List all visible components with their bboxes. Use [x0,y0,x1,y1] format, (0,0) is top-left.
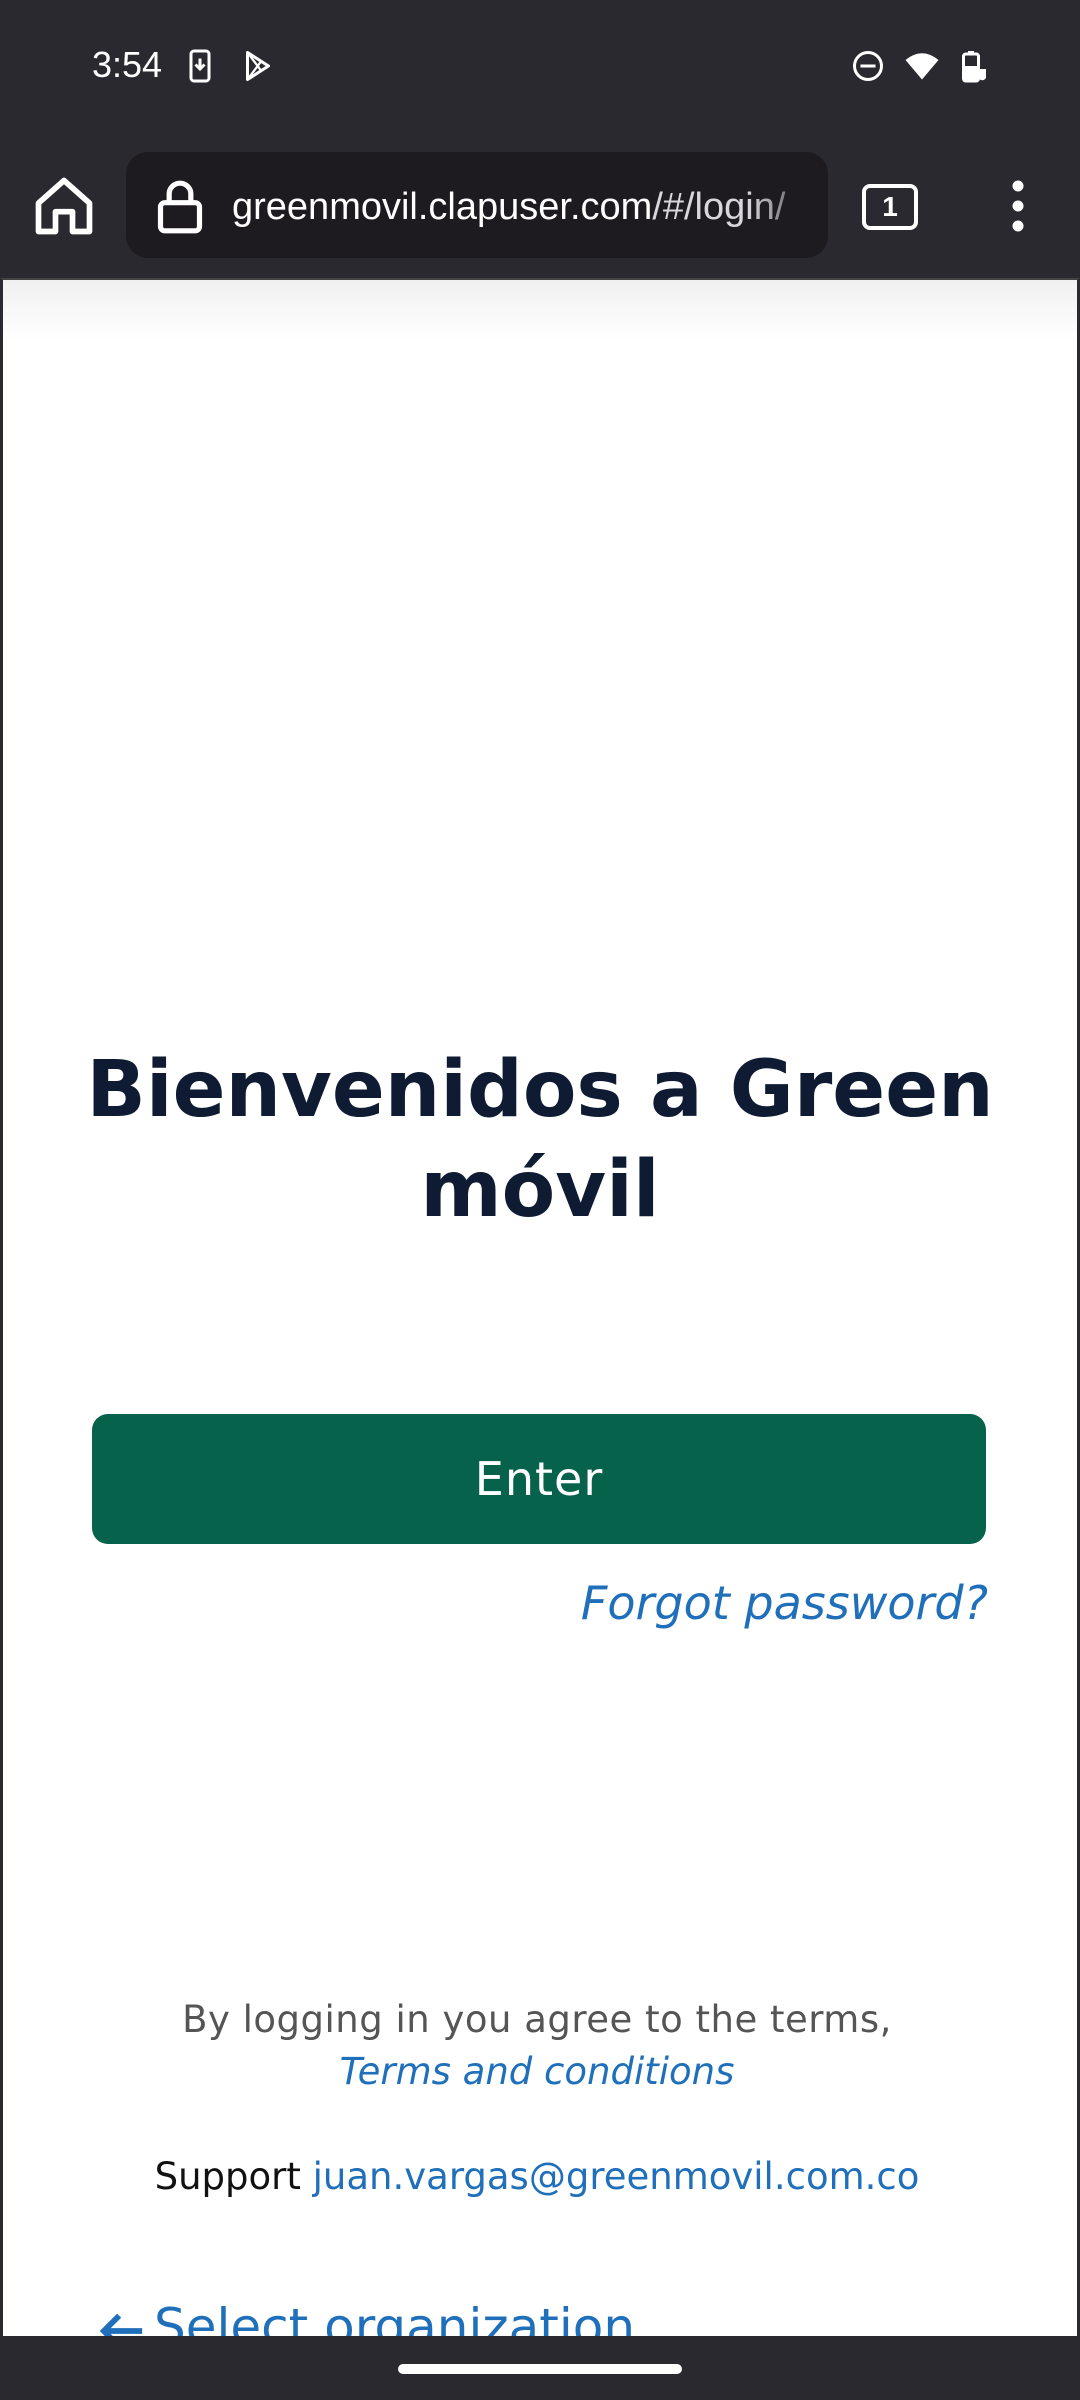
overflow-menu-icon[interactable] [1000,176,1036,236]
download-notification-icon [189,49,211,83]
browser-toolbar: greenmovil.clapuser.com/#/login/ 1 [0,136,1080,278]
support-email-link[interactable]: juan.vargas@greenmovil.com.co [313,2155,920,2198]
status-bar: 3:54 [0,0,1080,136]
do-not-disturb-icon [853,51,883,81]
gesture-handle[interactable] [398,2364,682,2374]
support-label: Support [154,2155,301,2198]
battery-icon [962,51,986,83]
status-time: 3:54 [92,44,163,85]
lock-icon [157,180,203,234]
support-line: Support juan.vargas@greenmovil.com.co [0,2155,1074,2198]
tab-switcher-button[interactable]: 1 [862,184,918,230]
wifi-icon [905,53,939,80]
page-top-shadow [3,280,1077,340]
navigation-bar [0,2336,1080,2400]
address-bar[interactable]: greenmovil.clapuser.com/#/login/ [126,152,828,258]
url-text: greenmovil.clapuser.com/#/login/ [232,186,785,229]
forgot-password-link[interactable]: Forgot password? [581,1576,988,1630]
terms-and-conditions-link[interactable]: Terms and conditions [0,2050,1074,2093]
url-host: greenmovil.clapuser.com [232,186,653,228]
welcome-title: Bienvenidos a Green móvil [86,1045,994,1235]
home-icon[interactable] [30,172,98,240]
play-store-icon [246,51,270,81]
url-fade [748,152,828,258]
enter-button[interactable]: Enter [92,1414,986,1544]
terms-notice: By logging in you agree to the terms, [182,1998,892,2041]
